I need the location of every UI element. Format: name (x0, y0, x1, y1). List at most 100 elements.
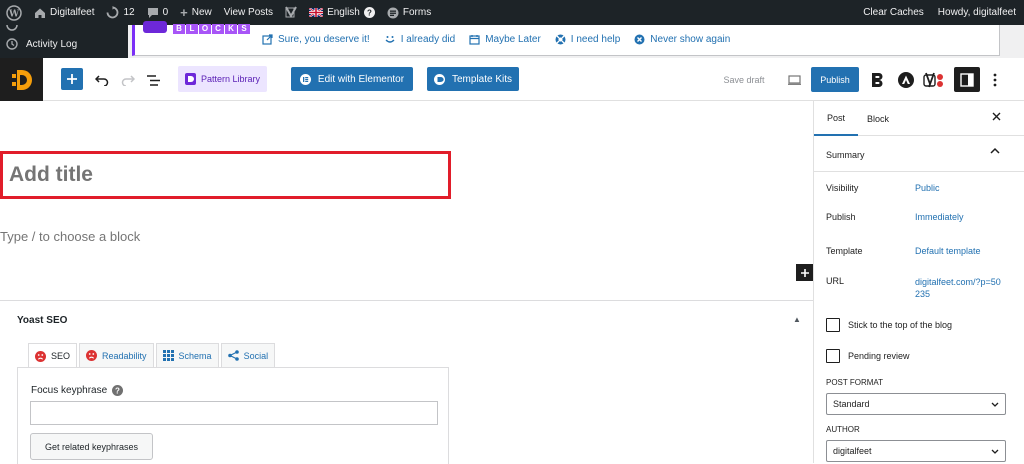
block-appender-placeholder[interactable]: Type / to choose a block (0, 229, 140, 244)
notice-link-need-help[interactable]: I need help (555, 34, 620, 45)
stick-to-top-label: Stick to the top of the blog (848, 320, 953, 330)
clear-caches-button[interactable]: Clear Caches (857, 0, 932, 25)
post-format-select[interactable]: Standard (826, 393, 1006, 415)
close-sidebar-button[interactable] (992, 112, 1001, 121)
elementor-icon (299, 73, 311, 85)
add-block-button[interactable] (796, 264, 813, 281)
view-posts-link[interactable]: View Posts (218, 0, 279, 25)
forms-menu[interactable]: Forms (381, 0, 437, 25)
blocks-plugin-button[interactable] (868, 69, 888, 91)
circle-icon (6, 25, 18, 31)
get-related-keyphrases-button[interactable]: Get related keyphrases (30, 433, 153, 460)
tab-post[interactable]: Post (814, 101, 858, 136)
brand-letter: K (225, 24, 237, 34)
help-icon[interactable]: ? (112, 385, 124, 396)
notice-link-label: I already did (400, 34, 456, 45)
brand-letter: S (238, 24, 250, 34)
publish-label: Publish (820, 74, 850, 85)
pattern-library-button[interactable]: Pattern Library (178, 66, 267, 92)
updates-menu[interactable]: 12 (100, 0, 140, 25)
yoast-admin-menu[interactable] (279, 0, 303, 25)
plugin-brand-word: B L O C K S (173, 24, 250, 34)
new-content-menu[interactable]: + New (174, 0, 218, 25)
yoast-icon (285, 6, 297, 19)
tab-seo[interactable]: SEO (28, 343, 78, 368)
tab-label: SEO (51, 351, 71, 361)
notice-link-never-show[interactable]: Never show again (634, 34, 730, 45)
settings-sidebar-toggle[interactable] (954, 67, 980, 92)
brand-letter: C (212, 24, 224, 34)
tab-readability[interactable]: Readability (79, 343, 154, 367)
list-view-button[interactable] (144, 70, 164, 90)
plus-icon (800, 268, 809, 277)
author-select[interactable]: digitalfeet (826, 440, 1006, 462)
external-link-icon (262, 34, 273, 45)
related-keyphrases-label: Get related keyphrases (44, 441, 139, 452)
yoast-sidebar-button[interactable] (922, 69, 948, 91)
notice-link-label: Never show again (650, 34, 731, 45)
desktop-preview-icon (787, 75, 801, 85)
wordpress-logo-menu[interactable]: W (0, 0, 28, 25)
plus-icon: + (180, 5, 188, 20)
stick-to-top-option[interactable]: Stick to the top of the blog (826, 318, 952, 332)
share-icon (227, 350, 239, 361)
site-name-menu[interactable]: Digitalfeet (28, 0, 100, 25)
publish-button[interactable]: Publish (811, 67, 859, 92)
menu-item-activity-log[interactable]: Activity Log (0, 35, 128, 53)
tab-block[interactable]: Block (867, 101, 895, 136)
yoast-seo-panel: Focus keyphrase ? Get related keyphrases (17, 367, 449, 464)
template-kits-label: Template Kits (451, 73, 513, 85)
review-notice-box: B L O C K S Sure, you deserve it! I alre… (132, 21, 1000, 56)
settings-sidebar: Post Block Summary Visibility Public Pub… (813, 101, 1024, 463)
new-label: New (191, 7, 212, 18)
publish-date-value[interactable]: Immediately (915, 212, 964, 222)
yoast-seo-metabox: Yoast SEO ▲ SEO Readability Schema Socia… (0, 300, 813, 464)
menu-item-partial[interactable] (0, 25, 128, 31)
notice-link-maybe-later[interactable]: Maybe Later (469, 34, 541, 45)
url-value[interactable]: digitalfeet.com/?p=50235 (915, 276, 1001, 300)
template-kits-button[interactable]: Template Kits (427, 67, 519, 91)
sidebar-layout-icon (960, 72, 974, 87)
smile-icon (385, 36, 395, 43)
tab-social[interactable]: Social (220, 343, 276, 367)
yoast-metabox-title: Yoast SEO (17, 315, 68, 326)
tab-schema[interactable]: Schema (155, 343, 219, 367)
site-name: Digitalfeet (50, 7, 95, 18)
edit-with-elementor-button[interactable]: Edit with Elementor (291, 67, 413, 91)
stick-to-top-checkbox[interactable] (826, 318, 840, 332)
tab-label: Schema (178, 350, 212, 361)
notice-link-deserve[interactable]: Sure, you deserve it! (262, 34, 370, 45)
language-switcher[interactable]: English ? (303, 0, 381, 25)
comment-icon (147, 7, 158, 18)
collapse-toggle-icon[interactable]: ▲ (793, 315, 801, 324)
user-account-menu[interactable]: Howdy, digitalfeet (932, 0, 1024, 25)
admin-side-menu: Activity Log (0, 25, 128, 58)
post-title-field[interactable]: Add title (0, 151, 451, 199)
url-label: URL (826, 276, 845, 286)
close-icon (992, 112, 1001, 121)
b-logo-icon (872, 73, 883, 87)
sidebar-tab-bar: Post Block (814, 101, 1024, 136)
chevron-down-icon (991, 402, 999, 407)
template-kits-icon (433, 73, 445, 85)
grid-icon (162, 350, 174, 361)
options-button[interactable] (986, 70, 1004, 90)
notice-link-already-did[interactable]: I already did (384, 34, 455, 45)
redo-button[interactable] (118, 70, 138, 90)
summary-panel-toggle[interactable]: Summary (814, 136, 1024, 172)
publish-label: Publish (826, 212, 856, 222)
pending-review-checkbox[interactable] (826, 349, 840, 363)
astra-settings-button[interactable] (896, 69, 916, 91)
block-inserter-button[interactable] (61, 68, 83, 90)
undo-button[interactable] (92, 70, 112, 90)
pending-review-label: Pending review (848, 351, 910, 361)
visibility-value[interactable]: Public (915, 183, 940, 193)
save-draft-button[interactable]: Save draft (716, 70, 772, 90)
focus-keyphrase-input[interactable] (30, 401, 438, 425)
chevron-down-icon (991, 449, 999, 454)
howdy-label: Howdy, digitalfeet (937, 7, 1016, 18)
template-value[interactable]: Default template (915, 246, 981, 256)
site-icon-button[interactable] (0, 58, 43, 101)
preview-button[interactable] (784, 70, 804, 90)
pending-review-option[interactable]: Pending review (826, 349, 910, 363)
